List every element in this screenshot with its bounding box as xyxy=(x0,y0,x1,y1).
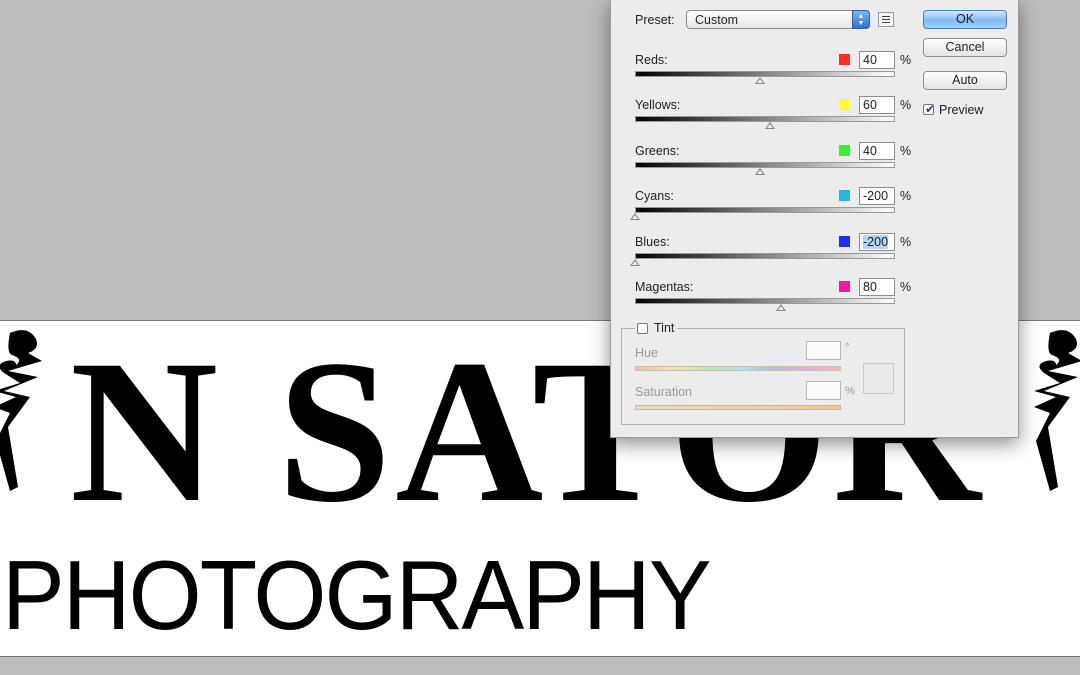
preset-select[interactable]: Custom ▲ ▼ xyxy=(686,10,870,29)
magentas-color-swatch xyxy=(839,281,850,292)
magentas-value-text: 80 xyxy=(863,280,877,294)
saturation-slider xyxy=(635,405,841,410)
logo-glyph-left xyxy=(0,330,42,491)
yellows-color-swatch xyxy=(839,99,850,111)
logo-glyph-right xyxy=(1034,330,1080,491)
reds-value-input[interactable]: 40 xyxy=(859,51,895,69)
blues-value-text: -200 xyxy=(863,234,889,249)
yellows-label: Yellows: xyxy=(635,98,681,113)
cyans-label: Cyans: xyxy=(635,189,674,204)
preset-label: Preset: xyxy=(635,13,675,27)
cyans-slider-track[interactable] xyxy=(635,207,895,214)
cyans-value-input[interactable]: -200 xyxy=(859,187,895,206)
preview-checkbox[interactable]: ✔ xyxy=(923,102,936,116)
preset-value: Custom xyxy=(695,13,739,27)
yellows-percent-label: % xyxy=(900,98,912,113)
checkmark-icon: ✔ xyxy=(925,102,936,116)
auto-button[interactable]: Auto xyxy=(923,71,1007,90)
blues-percent-label: % xyxy=(900,234,912,249)
blues-value-input[interactable]: -200 xyxy=(859,232,895,251)
cancel-button[interactable]: Cancel xyxy=(923,38,1007,57)
cyans-color-swatch xyxy=(839,190,850,202)
yellows-value-input[interactable]: 60 xyxy=(859,96,895,115)
blues-slider-track[interactable] xyxy=(635,252,895,259)
ok-button[interactable]: OK xyxy=(923,10,1007,29)
logo-subtitle: PHOTOGRAPHY xyxy=(2,539,712,650)
magentas-percent-label: % xyxy=(900,280,912,294)
tint-label: Tint xyxy=(654,321,675,335)
cyans-value-text: -200 xyxy=(863,189,889,204)
greens-percent-label: % xyxy=(900,143,912,158)
blues-color-swatch xyxy=(839,235,850,247)
tint-checkbox[interactable] xyxy=(637,323,648,334)
greens-label: Greens: xyxy=(635,143,680,158)
greens-value-input[interactable]: 40 xyxy=(859,141,895,160)
blues-label: Blues: xyxy=(635,234,670,249)
reds-slider-track[interactable] xyxy=(635,71,895,77)
select-arrows-icon: ▲ ▼ xyxy=(852,10,870,29)
greens-slider-track[interactable] xyxy=(635,161,895,168)
magentas-label: Magentas: xyxy=(635,280,694,294)
hue-label: Hue xyxy=(635,346,658,360)
hue-field xyxy=(806,341,841,360)
magentas-value-input[interactable]: 80 xyxy=(859,278,895,296)
preview-label: Preview xyxy=(939,103,984,117)
saturation-field xyxy=(806,381,841,400)
preset-options-icon[interactable] xyxy=(878,12,894,27)
reds-label: Reds: xyxy=(635,53,668,67)
hue-slider xyxy=(635,366,841,371)
black-white-dialog: Preset: Custom ▲ ▼ Reds: 40% Yellows: 60% Gre… xyxy=(610,0,1019,438)
greens-value-text: 40 xyxy=(863,143,877,158)
reds-color-swatch xyxy=(839,54,850,65)
hue-unit: ° xyxy=(845,342,850,354)
saturation-unit: % xyxy=(845,385,855,397)
tint-color-swatch xyxy=(863,363,894,394)
magentas-slider-track[interactable] xyxy=(635,298,895,304)
saturation-label: Saturation xyxy=(635,385,692,399)
greens-color-swatch xyxy=(839,144,850,156)
cyans-percent-label: % xyxy=(900,189,912,204)
reds-percent-label: % xyxy=(900,53,912,67)
tint-option[interactable]: Tint xyxy=(635,321,678,335)
reds-value-text: 40 xyxy=(863,53,877,67)
yellows-value-text: 60 xyxy=(863,98,877,113)
